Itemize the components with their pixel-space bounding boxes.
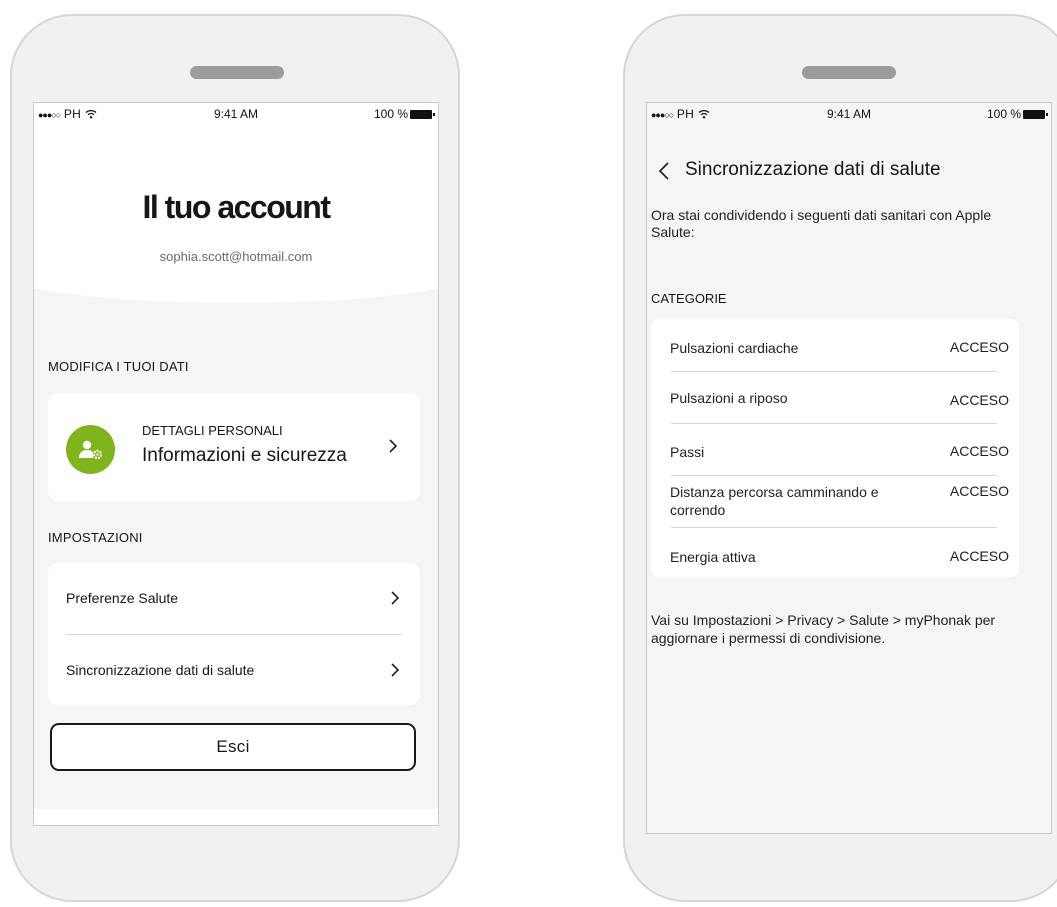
category-name: Energia attiva <box>670 549 756 565</box>
phone-frame-health-sync: ●●●○○ PH 9:41 AM 100 % Sincronizzazione … <box>623 14 1057 902</box>
category-row-resting-heart-rate[interactable]: Pulsazioni a riposo ACCESO <box>670 371 1019 423</box>
category-status: ACCESO <box>949 548 1009 564</box>
status-bar: ●●●○○ PH 9:41 AM 100 % <box>34 103 438 125</box>
settings-card: Preferenze Salute Sincronizzazione dati … <box>48 563 420 705</box>
battery-indicator: 100 % <box>373 107 435 121</box>
category-name: Distanza percorsa camminando e correndo <box>670 484 879 518</box>
chevron-right-icon <box>391 663 400 677</box>
category-name: Pulsazioni a riposo <box>670 390 788 406</box>
personal-details-card[interactable]: DETTAGLI PERSONALI Informazioni e sicure… <box>48 393 420 501</box>
health-sync-screen: ●●●○○ PH 9:41 AM 100 % Sincronizzazione … <box>646 102 1052 834</box>
personal-details-label: DETTAGLI PERSONALI <box>142 423 283 438</box>
tab-bar <box>34 809 438 825</box>
category-row-heart-rate[interactable]: Pulsazioni cardiache ACCESO <box>670 319 1019 371</box>
back-chevron-icon[interactable] <box>657 161 671 181</box>
category-status: ACCESO <box>949 392 1009 408</box>
status-bar: ●●●○○ PH 9:41 AM 100 % <box>647 103 1051 125</box>
category-name: Pulsazioni cardiache <box>670 340 799 356</box>
categories-header: CATEGORIE <box>651 291 727 306</box>
category-status: ACCESO <box>949 483 1009 499</box>
section-header-settings: IMPOSTAZIONI <box>48 530 143 545</box>
category-name: Passi <box>670 444 705 460</box>
battery-indicator: 100 % <box>986 107 1048 121</box>
personal-details-title: Informazioni e sicurezza <box>142 445 347 466</box>
category-status: ACCESO <box>949 339 1009 355</box>
account-screen: ●●●○○ PH 9:41 AM 100 % Il tuo account so… <box>33 102 439 826</box>
phone-speaker <box>802 66 896 79</box>
battery-label: 100 % <box>986 107 1021 121</box>
sharing-intro-text: Ora stai condividendo i seguenti dati sa… <box>651 207 992 240</box>
phone-frame-account: ●●●○○ PH 9:41 AM 100 % Il tuo account so… <box>10 14 460 902</box>
phone-speaker <box>190 66 284 79</box>
section-header-edit: MODIFICA I TUOI DATI <box>48 359 189 374</box>
categories-card: Pulsazioni cardiache ACCESO Pulsazioni a… <box>651 319 1019 577</box>
battery-icon <box>1023 109 1048 119</box>
logout-button[interactable]: Esci <box>50 723 416 771</box>
category-row-active-energy[interactable]: Energia attiva ACCESO <box>670 527 1019 577</box>
account-email: sophia.scott@hotmail.com <box>159 249 313 264</box>
settings-item-label: Sincronizzazione dati di salute <box>66 662 255 678</box>
category-row-walking-running-distance[interactable]: Distanza percorsa camminando e correndo … <box>670 475 1019 527</box>
battery-label: 100 % <box>373 107 408 121</box>
chevron-right-icon <box>391 591 400 605</box>
settings-item-label: Preferenze Salute <box>66 590 179 606</box>
page-title: Sincronizzazione dati di salute <box>685 159 941 180</box>
page-title: Il tuo account <box>142 189 332 225</box>
permissions-note: Vai su Impostazioni > Privacy > Salute >… <box>651 612 996 646</box>
settings-item-health-preferences[interactable]: Preferenze Salute <box>66 563 402 633</box>
user-settings-icon <box>66 425 115 474</box>
battery-icon <box>410 109 435 119</box>
chevron-right-icon <box>389 439 398 453</box>
category-status: ACCESO <box>949 443 1009 459</box>
category-row-steps[interactable]: Passi ACCESO <box>670 423 1019 475</box>
settings-item-health-sync[interactable]: Sincronizzazione dati di salute <box>66 635 402 705</box>
